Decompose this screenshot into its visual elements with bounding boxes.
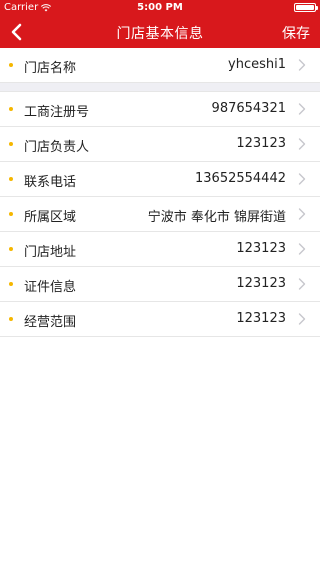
group-divider [0, 83, 320, 92]
item-value: 123123 [236, 136, 286, 151]
store-info-list: 门店名称 yhceshi1 工商注册号 987654321 门店负责人 123123 联系… [0, 48, 320, 337]
item-value: 13652554442 [195, 171, 286, 186]
item-value: 123123 [236, 311, 286, 326]
item-label: 工商注册号 [24, 105, 90, 120]
bullet-dot [9, 142, 13, 146]
list-item[interactable]: 证件信息 123123 [0, 267, 320, 302]
top-bar: Carrier 5:00 PM 门店基本信息 保存 [0, 0, 320, 48]
item-label: 经营范围 [24, 315, 77, 330]
item-label: 所属区域 [24, 210, 77, 225]
status-bar: Carrier 5:00 PM [0, 0, 320, 16]
chevron-right-icon [298, 59, 306, 71]
chevron-right-icon [298, 138, 306, 150]
chevron-right-icon [298, 208, 306, 220]
bullet-dot [9, 282, 13, 286]
list-item[interactable]: 联系电话 13652554442 [0, 162, 320, 197]
list-item[interactable]: 门店地址 123123 [0, 232, 320, 267]
item-label: 门店名称 [24, 61, 77, 76]
item-value: 123123 [236, 241, 286, 256]
list-item[interactable]: 门店负责人 123123 [0, 127, 320, 162]
bullet-dot [9, 63, 13, 67]
nav-bar: 门店基本信息 保存 [0, 16, 320, 48]
item-label: 门店地址 [24, 245, 77, 260]
bullet-dot [9, 247, 13, 251]
list-group-name: 门店名称 yhceshi1 [0, 48, 320, 83]
list-item[interactable]: 经营范围 123123 [0, 302, 320, 337]
save-button[interactable]: 保存 [282, 23, 310, 43]
chevron-right-icon [298, 103, 306, 115]
bullet-dot [9, 107, 13, 111]
list-group-details: 工商注册号 987654321 门店负责人 123123 联系电话 13652554442… [0, 92, 320, 337]
battery-icon [294, 3, 318, 12]
list-item[interactable]: 工商注册号 987654321 [0, 92, 320, 127]
item-value: 123123 [236, 276, 286, 291]
battery-fill [296, 5, 314, 10]
chevron-right-icon [298, 173, 306, 185]
bullet-dot [9, 317, 13, 321]
page-title: 门店基本信息 [116, 26, 204, 42]
item-value: 987654321 [211, 101, 286, 116]
item-label: 证件信息 [24, 280, 77, 295]
list-item[interactable]: 所属区域 宁波市 奉化市 锦屏街道 [0, 197, 320, 232]
chevron-right-icon [298, 313, 306, 325]
chevron-right-icon [298, 243, 306, 255]
chevron-right-icon [298, 278, 306, 290]
list-item[interactable]: 门店名称 yhceshi1 [0, 48, 320, 83]
item-label: 门店负责人 [24, 140, 90, 155]
item-label: 联系电话 [24, 175, 77, 190]
bullet-dot [9, 177, 13, 181]
bullet-dot [9, 212, 13, 216]
item-value: yhceshi1 [228, 57, 286, 72]
item-value: 宁波市 奉化市 锦屏街道 [147, 210, 286, 225]
status-time: 5:00 PM [137, 2, 183, 13]
